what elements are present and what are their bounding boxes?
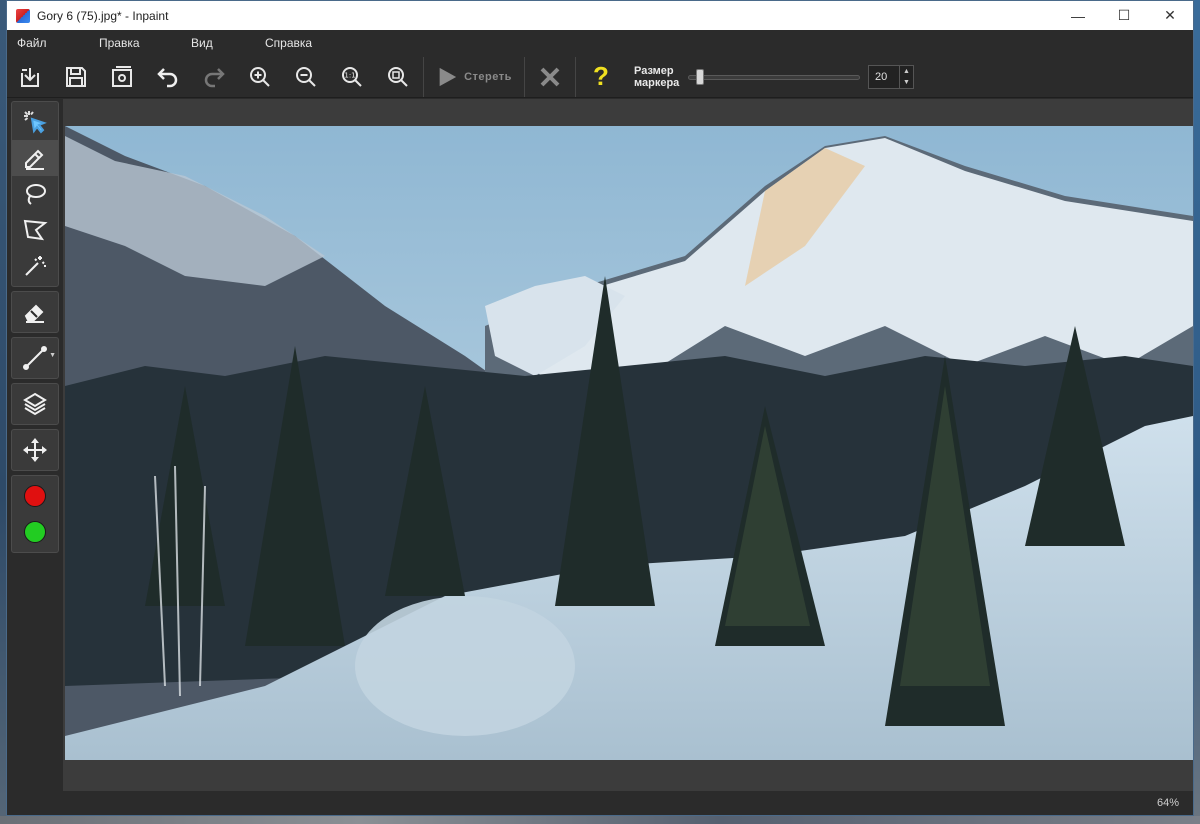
photo-mountain-winter-landscape[interactable]	[65, 126, 1193, 760]
eraser-tool-group	[11, 291, 59, 333]
layers-tool-group	[11, 383, 59, 425]
menu-file[interactable]: Файл	[7, 36, 89, 50]
desktop-background-right	[1194, 0, 1200, 824]
status-bar: 64%	[7, 791, 1193, 815]
save-button[interactable]	[53, 57, 99, 97]
spin-arrows: ▲ ▼	[899, 65, 913, 88]
erase-button[interactable]: Стереть	[426, 57, 522, 97]
save-as-button[interactable]	[99, 57, 145, 97]
menu-help[interactable]: Справка	[255, 36, 322, 50]
menu-view[interactable]: Вид	[181, 36, 255, 50]
red-color-swatch	[24, 485, 46, 507]
minimize-button[interactable]: —	[1055, 1, 1101, 30]
title-bar[interactable]: Gory 6 (75).jpg* - Inpaint — ☐ ✕	[7, 1, 1193, 30]
move-tool-group	[11, 429, 59, 471]
window-controls: — ☐ ✕	[1055, 1, 1193, 30]
marker-tool[interactable]	[12, 140, 58, 176]
green-mask-color[interactable]	[12, 514, 58, 550]
save-as-icon	[112, 65, 132, 87]
eraser-icon	[24, 304, 44, 323]
menu-bar: Файл Правка Вид Справка	[7, 30, 1193, 56]
toolbar-separator	[524, 56, 525, 97]
mask-colors-group	[11, 475, 59, 553]
move-tool[interactable]	[12, 432, 58, 468]
zoom-in-icon	[250, 66, 270, 87]
toolbar-separator	[423, 56, 424, 97]
magic-select-tool[interactable]	[12, 104, 58, 140]
zoom-fit-button[interactable]	[375, 57, 421, 97]
window-title: Gory 6 (75).jpg* - Inpaint	[37, 8, 169, 23]
slider-thumb[interactable]	[696, 68, 704, 85]
guide-line-tool-group: ▼	[11, 337, 59, 379]
marker-size-label-line1: Размер	[634, 64, 674, 77]
main-toolbar: 1:1 Стереть ? Размер маркера 20 ▲ ▼	[7, 56, 1193, 98]
tools-sidebar: ▼	[11, 101, 59, 557]
zoom-out-icon	[296, 66, 316, 87]
pencil-icon	[25, 149, 44, 170]
save-icon	[66, 66, 86, 87]
toolbar-separator	[575, 56, 576, 97]
inpaint-window: Gory 6 (75).jpg* - Inpaint — ☐ ✕ Файл Пр…	[6, 0, 1194, 816]
spin-down-icon[interactable]: ▼	[903, 79, 910, 86]
marker-size-slider[interactable]	[688, 68, 860, 85]
polygonal-lasso-tool[interactable]	[12, 212, 58, 248]
selection-tools-group	[11, 101, 59, 287]
marker-size-label: Размер маркера	[634, 65, 684, 89]
line-icon	[23, 346, 47, 370]
marker-size-label-line2: маркера	[634, 76, 680, 89]
zoom-actual-size-label: 1:1	[344, 71, 355, 79]
green-color-swatch	[24, 521, 46, 543]
magic-wand-tool[interactable]	[12, 248, 58, 284]
close-icon	[540, 67, 560, 86]
erase-button-label: Стереть	[464, 70, 512, 83]
open-icon	[21, 67, 39, 87]
zoom-in-button[interactable]	[237, 57, 283, 97]
zoom-fit-icon	[388, 66, 408, 87]
app-icon	[16, 8, 30, 23]
undo-button[interactable]	[145, 57, 191, 97]
open-button[interactable]	[7, 57, 53, 97]
play-icon	[439, 67, 457, 86]
maximize-button[interactable]: ☐	[1101, 1, 1147, 30]
red-mask-color[interactable]	[12, 478, 58, 514]
polygon-lasso-icon	[23, 219, 48, 241]
move-icon	[23, 438, 47, 462]
landscape-image	[65, 126, 1193, 760]
marker-size-value[interactable]: 20	[869, 66, 899, 88]
redo-icon	[204, 67, 225, 87]
close-button[interactable]: ✕	[1147, 1, 1193, 30]
zoom-out-button[interactable]	[283, 57, 329, 97]
desktop-background-bottom	[0, 816, 1200, 824]
spin-up-icon[interactable]: ▲	[903, 68, 910, 75]
lasso-tool[interactable]	[12, 176, 58, 212]
image-canvas[interactable]	[63, 99, 1193, 791]
help-button[interactable]: ?	[578, 57, 624, 97]
undo-icon	[157, 67, 178, 87]
dropdown-arrow-icon[interactable]: ▼	[49, 352, 56, 359]
help-icon: ?	[593, 61, 609, 91]
layers-icon	[23, 392, 47, 416]
redo-button[interactable]	[191, 57, 237, 97]
marker-size-spinbox[interactable]: 20 ▲ ▼	[868, 64, 914, 89]
zoom-actual-size-button[interactable]: 1:1	[329, 57, 375, 97]
menu-edit[interactable]: Правка	[89, 36, 181, 50]
lasso-icon	[26, 184, 46, 205]
guide-line-tool[interactable]: ▼	[12, 340, 58, 376]
magic-cursor-icon	[24, 111, 47, 134]
clear-selection-button[interactable]	[527, 57, 573, 97]
magic-wand-icon	[25, 256, 46, 276]
zoom-actual-size-icon: 1:1	[342, 66, 362, 87]
slider-track	[688, 74, 860, 80]
layers-tool[interactable]	[12, 386, 58, 422]
eraser-tool[interactable]	[12, 294, 58, 330]
zoom-level: 64%	[1156, 797, 1179, 809]
